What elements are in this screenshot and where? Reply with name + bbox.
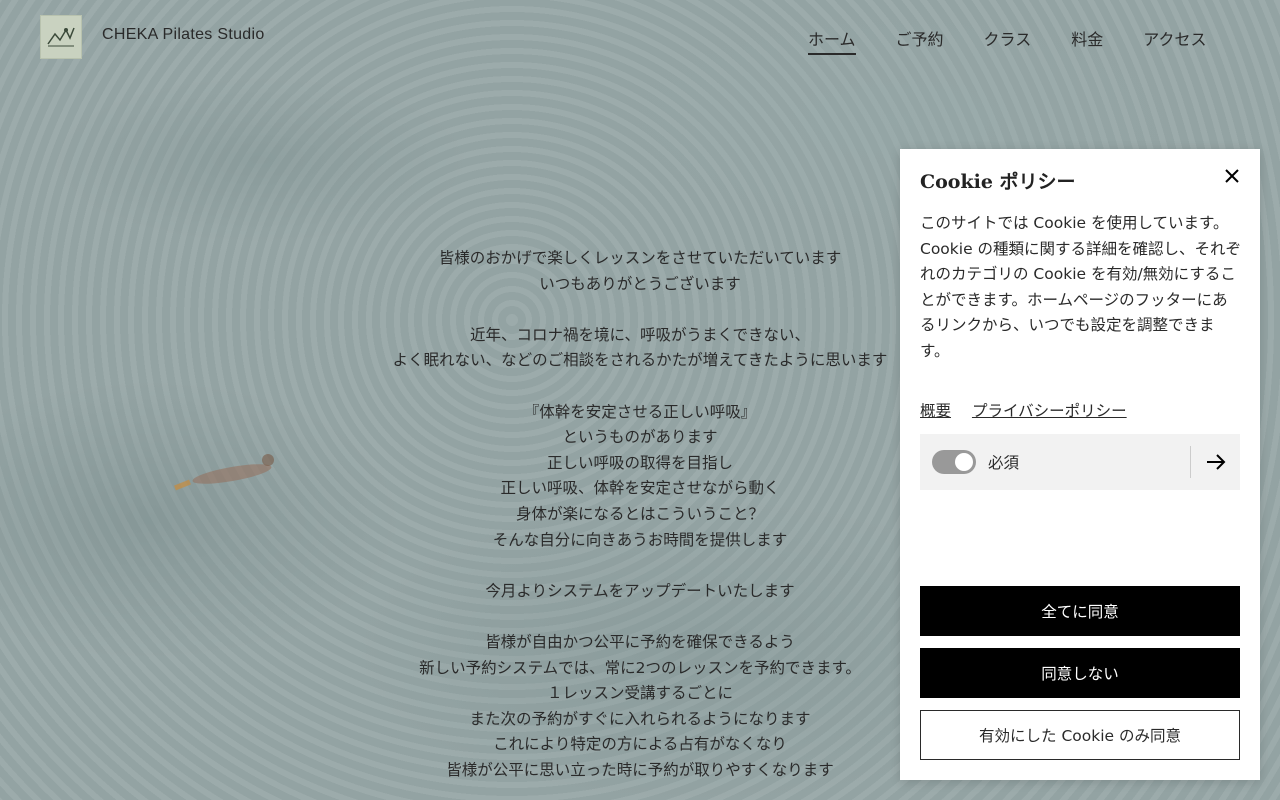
nav-reservation[interactable]: ご予約: [896, 26, 944, 55]
message-line: いつもありがとうございます: [539, 274, 741, 293]
required-toggle[interactable]: [932, 450, 976, 474]
message-line: 正しい呼吸、体幹を安定させながら動く: [500, 479, 780, 498]
message-line: [380, 553, 900, 579]
message-line: 皆様のおかげで楽しくレッスンをさせていただいています: [438, 249, 842, 267]
cookie-category-required: 必須: [920, 434, 1240, 490]
nav-classes[interactable]: クラス: [984, 26, 1032, 55]
message-line: 皆様が公平に思い立った時に予約が取りやすくなります: [446, 760, 834, 779]
swimmer-image: [174, 454, 274, 491]
message-line: そんな自分に向きあうお時間を提供します: [492, 530, 788, 549]
brand-name[interactable]: CHEKA Pilates Studio: [102, 26, 265, 44]
close-icon[interactable]: [1222, 166, 1242, 186]
message-line: というものがあります: [562, 428, 718, 447]
main-nav: ホーム ご予約 クラス 料金 アクセス: [808, 26, 1246, 55]
cookie-description: このサイトでは Cookie を使用しています。Cookie の種類に関する詳細…: [920, 214, 1242, 360]
message-line: 今月よりシステムをアップデートいたします: [485, 581, 795, 600]
logo-mark-icon: [47, 27, 75, 47]
arrow-right-icon[interactable]: [1204, 452, 1228, 472]
message-line: [380, 374, 900, 400]
message-line: また次の予約がすぐに入れられるようになります: [469, 709, 811, 728]
cookie-dialog: Cookie ポリシー このサイトでは Cookie を使用しています。Cook…: [900, 149, 1260, 780]
decline-button[interactable]: 同意しない: [920, 648, 1240, 698]
message-line: よく眠れない、などのご相談をされるかたが増えてきたように思います: [392, 351, 888, 370]
nav-access[interactable]: アクセス: [1143, 26, 1206, 55]
message-line: [380, 297, 900, 323]
message-line: 新しい予約システムでは、常に2つのレッスンを予約できます。: [419, 658, 861, 677]
message-line: [380, 604, 900, 630]
message-line: これにより特定の方による占有がなくなり: [493, 735, 787, 754]
studio-logo[interactable]: [40, 15, 82, 59]
site-header: CHEKA Pilates Studio ホーム ご予約 クラス 料金 アクセス: [0, 0, 1280, 74]
message-line: 『体幹を安定させる正しい呼吸』: [523, 402, 757, 421]
message-line: 正しい呼吸の取得を目指し: [546, 453, 733, 472]
overview-link[interactable]: 概要: [920, 402, 951, 420]
message-line: １レッスン受講するごとに: [546, 684, 733, 703]
intro-message: 皆様のおかげで楽しくレッスンをさせていただいています いつもありがとうございます…: [380, 246, 900, 783]
toggle-knob: [955, 453, 973, 471]
category-label: 必須: [988, 454, 1020, 472]
accept-all-button[interactable]: 全てに同意: [920, 586, 1240, 636]
privacy-policy-link[interactable]: プライバシーポリシー: [972, 402, 1127, 420]
divider: [1190, 446, 1191, 478]
cookie-links: 概要 プライバシーポリシー: [920, 399, 1143, 421]
message-line: 皆様が自由かつ公平に予約を確保できるよう: [485, 632, 795, 651]
nav-home[interactable]: ホーム: [808, 26, 856, 55]
cookie-dialog-title: Cookie ポリシー: [920, 171, 1076, 193]
message-line: 身体が楽になるとはこういうこと？: [515, 504, 764, 523]
accept-selected-button[interactable]: 有効にした Cookie のみ同意: [920, 710, 1240, 760]
nav-pricing[interactable]: 料金: [1071, 26, 1103, 55]
message-line: 近年、コロナ禍を境に、呼吸がうまくできない、: [469, 325, 811, 344]
